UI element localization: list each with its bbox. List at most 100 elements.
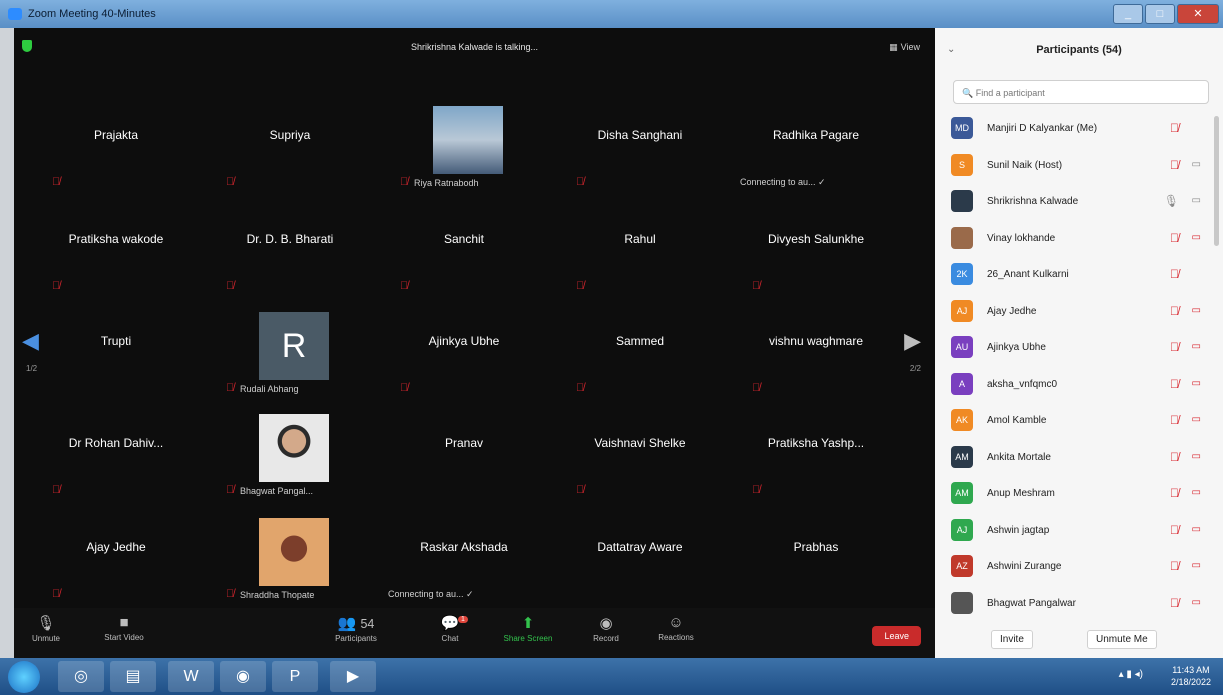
participant-name: Bhagwat Pangalwar	[987, 597, 1076, 609]
participant-row[interactable]: Shrikrishna Kalwade 🎙 ▭	[949, 185, 1209, 222]
close-button[interactable]: ✕	[1177, 4, 1219, 24]
zoom-taskbar-icon[interactable]: ▶	[330, 661, 376, 692]
tile-label: Shraddha Thopate	[240, 590, 315, 600]
participant-row[interactable]: AJ Ajay Jedhe 🎙̸ ▭	[949, 295, 1209, 332]
video-tile[interactable]: Bhagwat Pangal... 🎙̸	[204, 410, 376, 510]
video-tile[interactable]: Sammed 🎙̸	[554, 308, 726, 408]
participant-row[interactable]: Aaksha_vnfqmc0 🎙̸ ▭	[949, 368, 1209, 405]
minimize-button[interactable]: _	[1113, 4, 1143, 24]
participants-panel-title: Participants (54)	[1036, 44, 1122, 56]
avatar: AZ	[951, 555, 973, 577]
next-page-arrow-icon[interactable]: ▶	[904, 328, 921, 354]
tile-label: Riya Ratnabodh	[414, 178, 479, 188]
video-tile[interactable]: vishnu waghmare 🎙̸	[730, 308, 902, 408]
participant-row[interactable]: MD Manjiri D Kalyankar (Me) 🎙̸	[949, 112, 1209, 149]
participant-row[interactable]: AM Anup Meshram 🎙̸ ▭	[949, 477, 1209, 514]
mic-muted-icon: 🎙	[36, 615, 56, 632]
participant-row[interactable]: AZ Ashwini Zurange 🎙̸ ▭	[949, 550, 1209, 587]
video-tile[interactable]: R Rudali Abhang 🎙̸	[204, 308, 376, 408]
start-video-button[interactable]: ■ Start Video	[94, 614, 154, 642]
participant-name: Shrikrishna Kalwade	[987, 196, 1079, 207]
avatar: 2K	[951, 263, 973, 285]
maximize-button[interactable]: □	[1145, 4, 1175, 24]
share-screen-button[interactable]: ⬆ Share Screen	[498, 614, 558, 643]
tile-name: Radhika Pagare	[772, 128, 860, 142]
panel-footer: Invite Unmute Me	[935, 628, 1223, 658]
participants-button[interactable]: 👥 54 Participants	[326, 614, 386, 643]
invite-button[interactable]: Invite	[991, 630, 1033, 649]
mic-muted-icon: 🎙̸	[400, 176, 409, 188]
tile-name: Raskar Akshada	[420, 540, 508, 554]
avatar: AK	[951, 409, 973, 431]
participant-row[interactable]: 2K 26_Anant Kulkarni 🎙̸	[949, 258, 1209, 295]
video-tile[interactable]: Ajay Jedhe 🎙̸	[30, 514, 202, 614]
video-tile[interactable]: Ajinkya Ubhe 🎙̸	[378, 308, 550, 408]
video-tile[interactable]: Dr Rohan Dahiv... 🎙̸	[30, 410, 202, 510]
tile-name: Pratiksha wakode	[68, 232, 164, 246]
participant-video	[259, 518, 329, 586]
leave-button[interactable]: Leave	[872, 626, 921, 646]
mic-muted-icon: 🎙̸	[1170, 340, 1179, 354]
video-tile[interactable]: Sanchit 🎙̸	[378, 206, 550, 306]
powerpoint-taskbar-icon[interactable]: P	[272, 661, 318, 692]
participant-name: Ajay Jedhe	[987, 305, 1037, 317]
mic-muted-icon: 🎙̸	[1170, 376, 1179, 391]
video-off-icon: ▭	[1191, 487, 1201, 498]
video-tile[interactable]: Trupti	[30, 308, 202, 408]
chrome-app-taskbar-icon[interactable]: ◉	[220, 661, 266, 692]
mic-muted-icon: 🎙̸	[52, 176, 61, 188]
prev-page-arrow-icon[interactable]: ◀	[22, 328, 39, 354]
windows-taskbar: ◎ ▤ W ◉ P ▶ ▴ ▮ ◂) 11:43 AM 2/18/2022	[0, 658, 1223, 695]
mic-muted-icon: 🎙̸	[1170, 230, 1179, 245]
participant-row[interactable]: S Sunil Naik (Host) 🎙̸ ▭	[949, 149, 1209, 186]
view-button[interactable]: ▦ View	[889, 42, 923, 53]
video-tile[interactable]: Vaishnavi Shelke 🎙̸	[554, 410, 726, 510]
chat-button[interactable]: 💬 1 Chat	[420, 614, 480, 643]
record-button[interactable]: ◉ Record	[576, 614, 636, 643]
system-tray-icons[interactable]: ▴ ▮ ◂)	[1119, 669, 1143, 680]
participant-row[interactable]: Vinay lokhande 🎙̸ ▭	[949, 222, 1209, 259]
video-tile[interactable]: Divyesh Salunkhe 🎙̸	[730, 206, 902, 306]
participant-row[interactable]: AK Amol Kamble 🎙̸ ▭	[949, 404, 1209, 441]
window-controls: _ □ ✕	[1113, 4, 1219, 24]
participant-name: Ajinkya Ubhe	[987, 342, 1046, 353]
video-tile[interactable]: Pranav	[378, 410, 550, 510]
video-tile[interactable]: Supriya 🎙̸	[204, 102, 376, 202]
video-tile[interactable]: Pratiksha wakode 🎙̸	[30, 206, 202, 306]
video-tile[interactable]: Radhika Pagare Connecting to au... ✓	[730, 102, 902, 202]
folder-taskbar-icon[interactable]: ▤	[110, 661, 156, 692]
video-tile[interactable]: Prajakta 🎙̸	[30, 102, 202, 202]
participant-row[interactable]: AU Ajinkya Ubhe 🎙̸ ▭	[949, 331, 1209, 368]
tile-name: Vaishnavi Shelke	[594, 436, 686, 450]
video-tile[interactable]: Prabhas	[730, 514, 902, 614]
video-off-icon: ▭	[1191, 596, 1201, 608]
video-tile[interactable]: Pratiksha Yashp... 🎙̸	[730, 410, 902, 510]
mic-muted-icon: 🎙̸	[52, 280, 61, 292]
panel-scrollbar[interactable]	[1214, 116, 1219, 246]
video-tile[interactable]: Dattatray Aware	[554, 514, 726, 614]
find-participant-input[interactable]: 🔍 Find a participant	[953, 80, 1209, 104]
word-taskbar-icon[interactable]: W	[168, 661, 214, 692]
participant-row[interactable]: AM Ankita Mortale 🎙̸ ▭	[949, 441, 1209, 478]
reactions-button[interactable]: ☺ Reactions	[646, 614, 706, 642]
participant-name: Vinay lokhande	[987, 232, 1056, 244]
participant-name: aksha_vnfqmc0	[987, 378, 1058, 390]
video-tile[interactable]: Dr. D. B. Bharati 🎙̸	[204, 206, 376, 306]
avatar: A	[951, 372, 973, 395]
video-icon: ▭	[1191, 195, 1201, 206]
unmute-button[interactable]: 🎙 Unmute	[16, 614, 76, 643]
mic-muted-icon: 🎙̸	[752, 382, 761, 394]
video-tile[interactable]: Shraddha Thopate 🎙̸	[204, 514, 376, 614]
mic-muted-icon: 🎙̸	[1170, 449, 1179, 464]
participant-row[interactable]: AJ Ashwin jagtap 🎙̸ ▭	[949, 514, 1209, 551]
chrome-taskbar-icon[interactable]: ◎	[58, 661, 104, 692]
video-tile[interactable]: Rahul 🎙̸	[554, 206, 726, 306]
video-tile[interactable]: Disha Sanghani 🎙̸	[554, 102, 726, 202]
participant-row[interactable]: Bhagwat Pangalwar 🎙̸ ▭	[949, 587, 1209, 624]
video-tile[interactable]: Raskar Akshada Connecting to au... ✓	[378, 514, 550, 614]
taskbar-clock[interactable]: 11:43 AM 2/18/2022	[1171, 664, 1211, 688]
video-tile[interactable]: Riya Ratnabodh 🎙̸	[378, 102, 550, 202]
mic-muted-icon: 🎙̸	[400, 280, 409, 292]
unmute-me-button[interactable]: Unmute Me	[1087, 630, 1157, 649]
start-button-icon[interactable]	[8, 661, 40, 693]
